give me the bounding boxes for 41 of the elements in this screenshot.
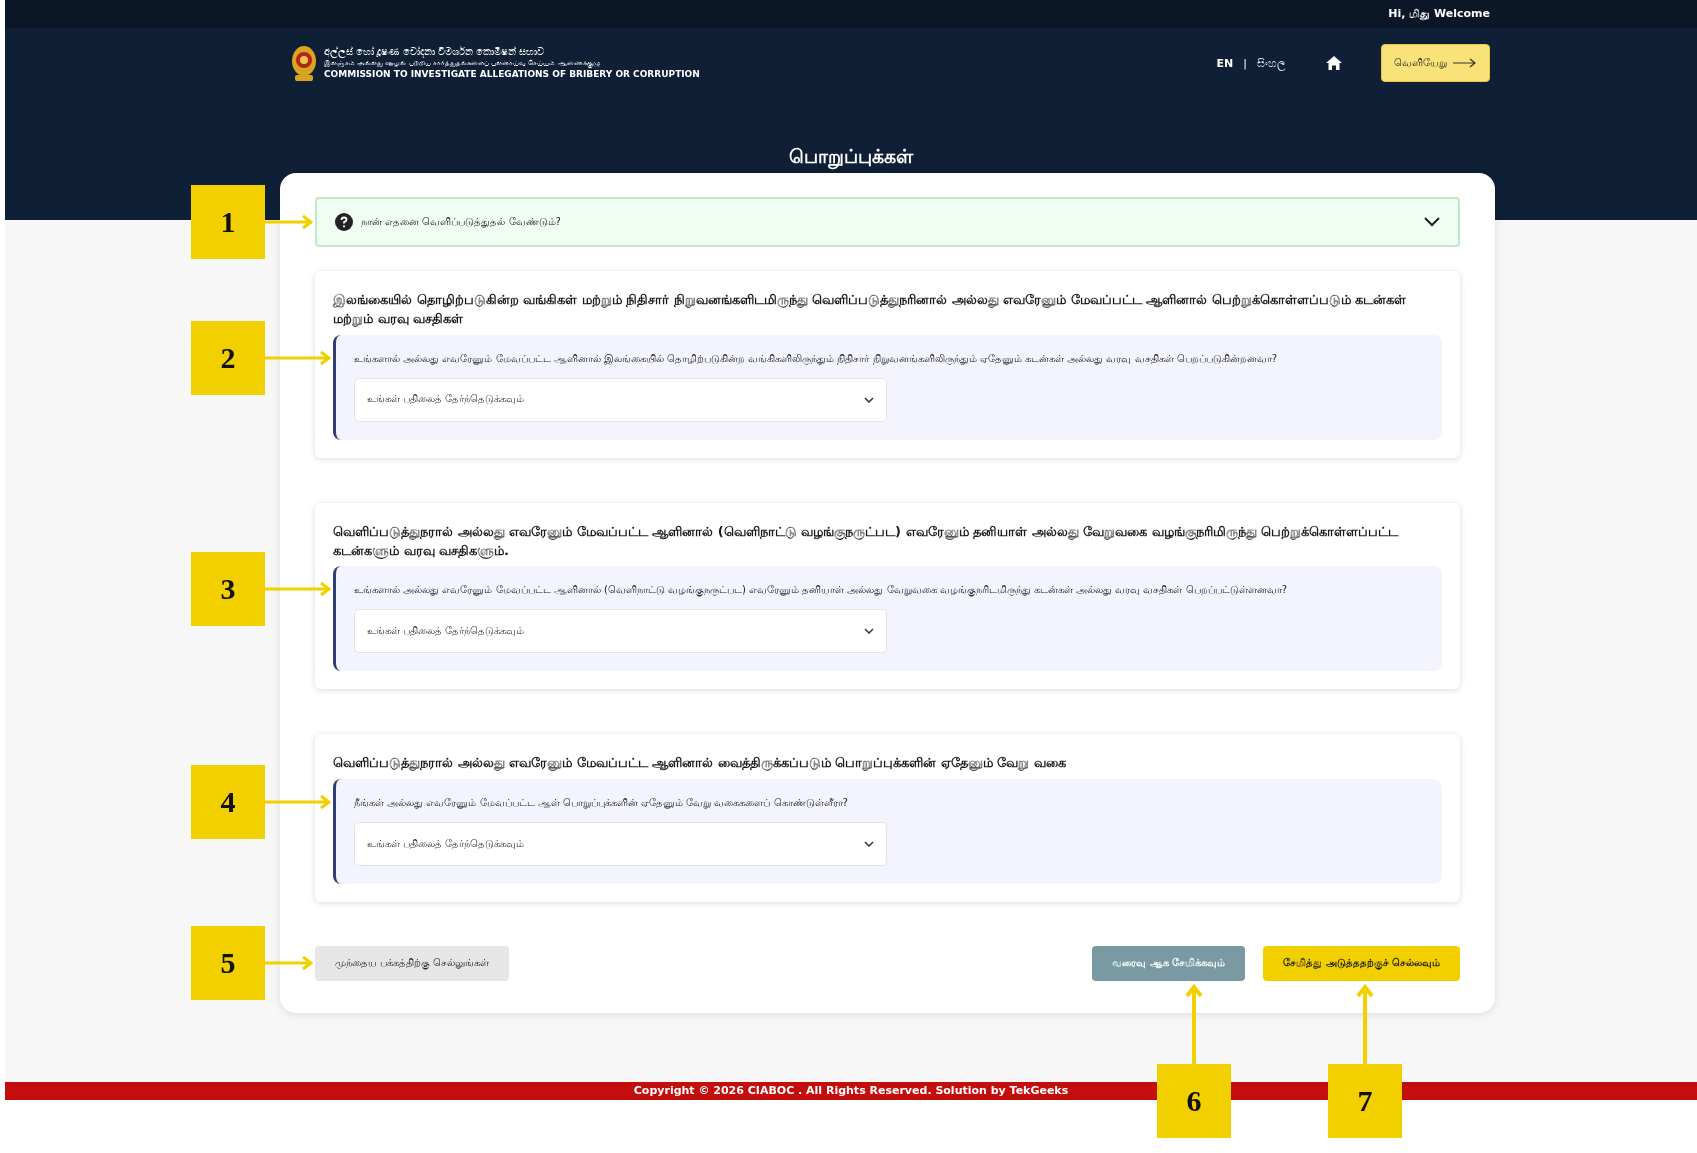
answer-select[interactable]: உங்கள் பதிலைத் தேர்ந்தெடுக்கவும்	[354, 822, 887, 867]
callout-arrow	[265, 214, 313, 230]
help-accordion[interactable]: நான் எதனை வெளிப்படுத்துதல் வேண்டும்?	[315, 197, 1460, 247]
callout-number: 4	[191, 765, 265, 840]
logo-text: COMMISSION TO INVESTIGATE ALLEGATIONS OF BRIBERY OR CORRUPTION	[324, 68, 700, 80]
copyright-text: Copyright © 2026 CIABOC . All Rights Reserved. Solution by TekGeeks	[633, 1083, 1069, 1099]
callout-number: 1	[191, 185, 265, 259]
question-icon	[335, 213, 353, 231]
logo-text: අල්ලස් හෝ දූෂණ චෝදනා විමර්ශන කොමිෂන් සභාව	[324, 46, 546, 59]
question-text: உங்களால் அல்லது எவரேனும் மேவப்பட்ட ஆளினால் இலங்கையில் தொழிற்படுகின்ற வங்கிகளிலிருந்தும் நிதிசார் நிறுவனங்களிலிருந்தும் ஏதேனும் கடன்கள் அல்லது வரவு வசதிகள் பெறப்படுகின்றனவா?	[354, 352, 1278, 366]
section-heading: இலங்கையில் தொழிற்படுகின்ற வங்கிகள் மற்றும் நிதிசார் நிறுவனங்களிடமிருந்து வெளிப்படுத்துநரினால் அல்லது எவரேனும் மேவப்பட்ட ஆளினால் பெற்றுக்கொள்ளப்படும் கடன்கள் மற்றும் வரவு வசதிகள்	[333, 291, 1408, 329]
chevron-icon	[864, 841, 874, 848]
question-text: உங்களால் அல்லது எவரேனும் மேவப்பட்ட ஆளினால் (வெளிநாட்டு வழங்குநருட்பட) எவரேனும் தனியாள் அல்லது வேறுவகை வழங்குநரிடமிருந்து கடன்கள் அல்லது வரவு வசதிகள் பெறப்பட்டுள்ளனவா?	[354, 584, 1288, 598]
callout-arrow	[265, 955, 313, 972]
callout-arrow	[265, 794, 331, 811]
emblem-icon	[290, 43, 318, 83]
callout-number: 7	[1328, 1064, 1403, 1139]
callout-number: 3	[191, 552, 265, 627]
arrow-right-icon	[1453, 58, 1477, 68]
save-next-button[interactable]: சேமித்து அடுத்ததற்குச் செல்லவும்	[1263, 946, 1460, 982]
back-button[interactable]: முந்தைய பக்கத்திற்கு செல்லுங்கள்	[315, 946, 510, 982]
question-text: நீங்கள் அல்லது எவரேனும் மேவப்பட்ட ஆள் பொறுப்புக்களின் ஏதேனும் வேறு வகைகளைப் கொண்டுள்ளீரா?	[354, 797, 849, 811]
home-icon[interactable]	[1325, 55, 1343, 71]
chevron-icon	[864, 628, 874, 635]
section-heading: வெளிப்படுத்துநரால் அல்லது எவரேனும் மேவப்பட்ட ஆளினால் வைத்திருக்கப்படும் பொறுப்புக்களின் ஏதேனும் வேறு வகை	[333, 754, 1067, 773]
answer-select[interactable]: உங்கள் பதிலைத் தேர்ந்தெடுக்கவும்	[354, 609, 887, 654]
callout-number: 6	[1157, 1064, 1232, 1139]
chevron-icon	[864, 396, 874, 403]
callout-arrow	[265, 581, 331, 598]
welcome-text: Hi, மிது Welcome	[1388, 7, 1490, 21]
section-heading: வெளிப்படுத்துநரால் அல்லது எவரேனும் மேவப்பட்ட ஆளினால் (வெளிநாட்டு வழங்குநருட்பட) எவரேனும் தனியாள் அல்லது வேறுவகை வழங்குநரிமிருந்து பெற்றுக்கொள்ளப்பட்ட கடன்களும் வரவு வசதிகளும்.	[333, 522, 1400, 561]
page-title: பொறுப்புக்கள்	[5, 145, 1697, 170]
logout-button[interactable]: வெளியேறு	[1381, 44, 1490, 82]
answer-select[interactable]: உங்கள் பதிலைத் தேர்ந்தெடுக்கவும்	[354, 377, 887, 422]
language-link[interactable]: සිංහල	[1257, 56, 1285, 70]
callout-number: 5	[191, 926, 265, 1001]
callout-arrow	[265, 349, 331, 366]
language-link[interactable]: EN	[1216, 56, 1234, 70]
callout-number: 2	[191, 320, 265, 395]
separator-text: |	[1243, 56, 1247, 70]
chevron-icon	[1424, 217, 1440, 227]
